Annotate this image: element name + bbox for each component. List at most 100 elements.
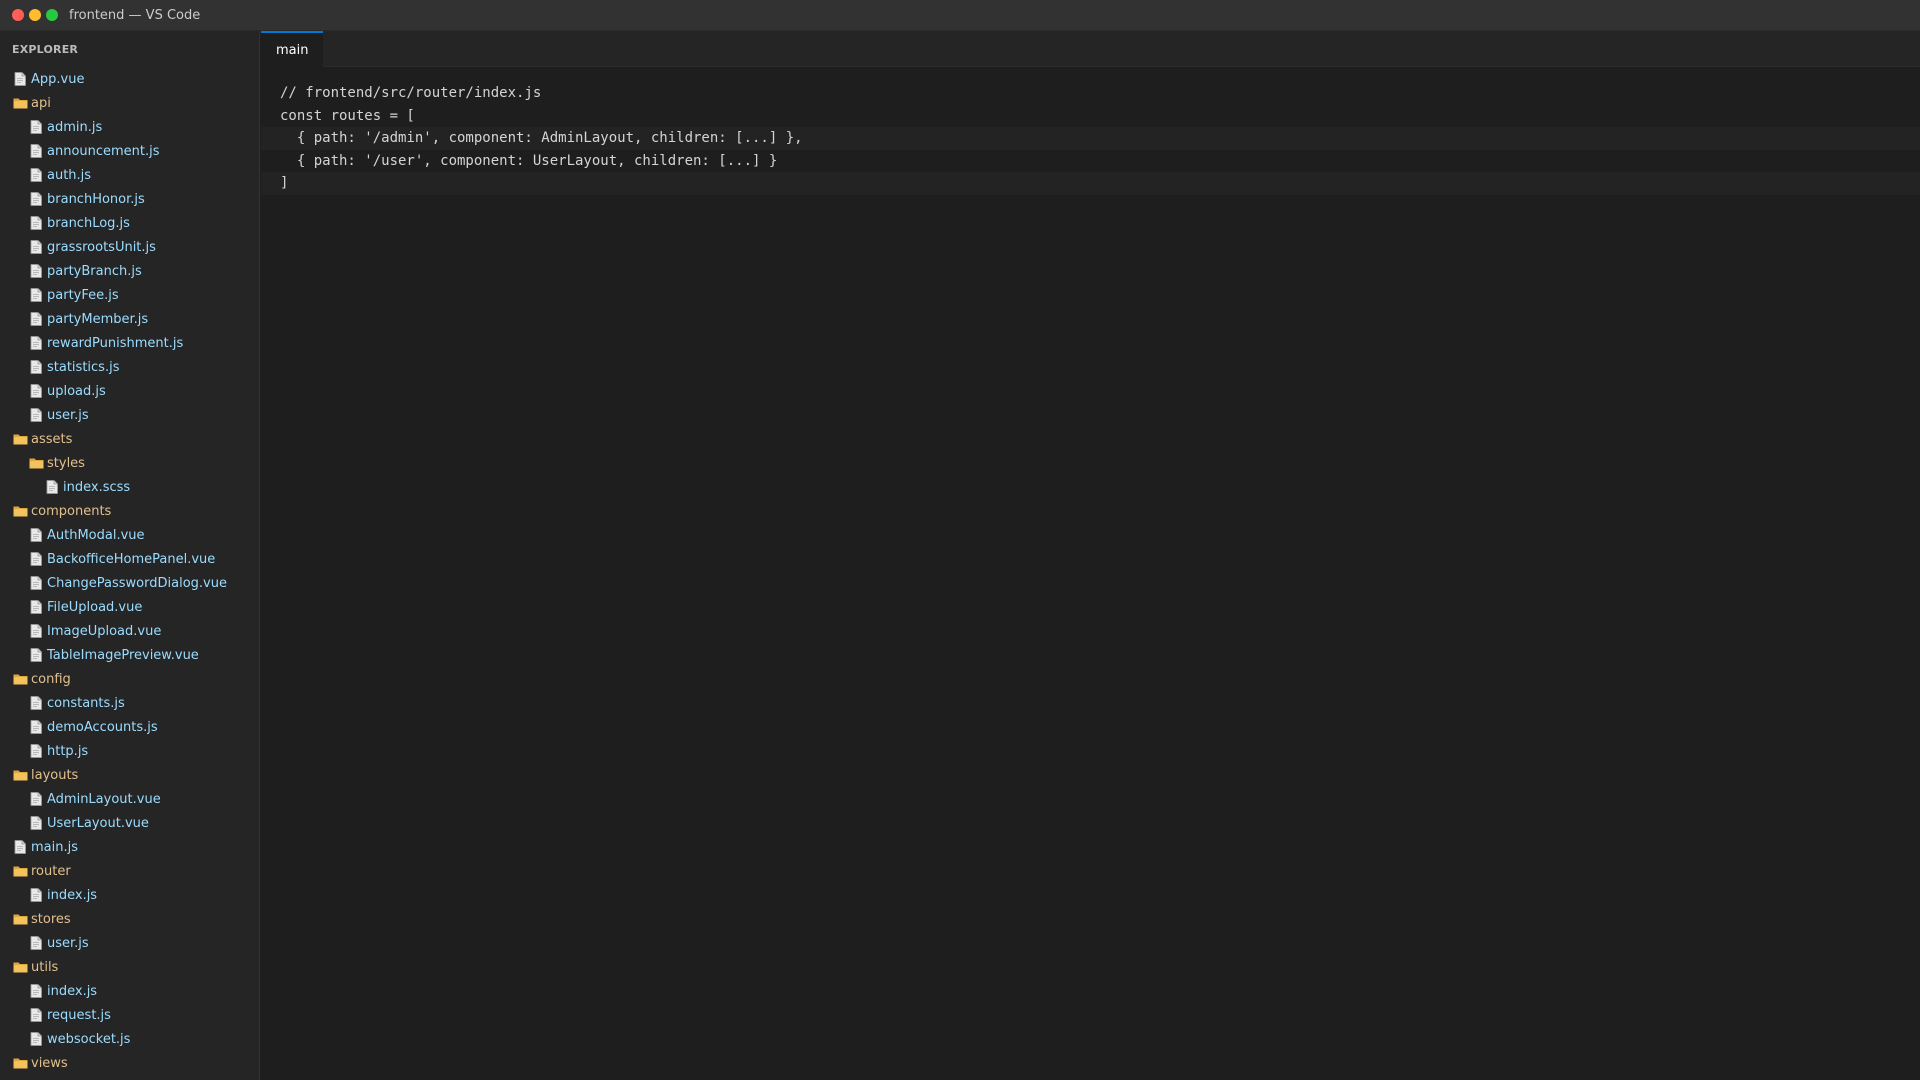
maximize-window-button[interactable] [46,9,58,21]
tree-file[interactable]: user.js [0,403,259,427]
code-line: ] [261,172,1920,195]
tree-file[interactable]: partyMember.js [0,307,259,331]
tree-item-label: utils [31,959,59,975]
tree-file[interactable]: http.js [0,739,259,763]
close-window-button[interactable] [12,9,24,21]
tree-file[interactable]: partyFee.js [0,283,259,307]
tree-item-label: branchLog.js [47,215,130,231]
folder-icon [12,503,28,519]
file-icon [28,647,44,663]
tree-file[interactable]: FileUpload.vue [0,595,259,619]
tree-file[interactable]: auth.js [0,163,259,187]
tree-item-label: layouts [31,767,79,783]
file-icon [28,575,44,591]
file-icon [28,383,44,399]
file-icon [28,335,44,351]
tree-item-label: constants.js [47,695,125,711]
window-title: frontend — VS Code [69,7,201,23]
tree-file[interactable]: branchHonor.js [0,187,259,211]
tree-folder[interactable]: assets [0,427,259,451]
file-icon [28,935,44,951]
tree-folder[interactable]: utils [0,955,259,979]
folder-icon [12,95,28,111]
tree-folder[interactable]: config [0,667,259,691]
tree-folder[interactable]: api [0,91,259,115]
file-icon [28,359,44,375]
tree-file[interactable]: AdminLayout.vue [0,787,259,811]
folder-icon [12,911,28,927]
tree-file[interactable]: ChangePasswordDialog.vue [0,571,259,595]
tree-file[interactable]: ImageUpload.vue [0,619,259,643]
code-line: { path: '/admin', component: AdminLayout… [261,127,1920,150]
tree-file[interactable]: App.vue [0,67,259,91]
file-icon [28,239,44,255]
tree-folder[interactable]: router [0,859,259,883]
tree-item-label: config [31,671,71,687]
tree-item-label: api [31,95,51,111]
tree-file[interactable]: grassrootsUnit.js [0,235,259,259]
tree-folder[interactable]: styles [0,451,259,475]
tree-item-label: index.js [47,887,98,903]
tree-folder[interactable]: components [0,499,259,523]
tree-folder[interactable]: views [0,1051,259,1075]
tree-file[interactable]: TableImagePreview.vue [0,643,259,667]
tree-item-label: partyMember.js [47,311,149,327]
tree-file[interactable]: BackofficeHomePanel.vue [0,547,259,571]
tree-folder[interactable]: layouts [0,763,259,787]
tree-file[interactable]: user.js [0,931,259,955]
window-controls [12,9,58,21]
tree-item-label: TableImagePreview.vue [47,647,199,663]
file-icon [28,743,44,759]
tree-item-label: FileUpload.vue [47,599,143,615]
file-icon [44,479,60,495]
tree-file[interactable]: index.js [0,883,259,907]
file-icon [28,1007,44,1023]
tree-item-label: user.js [47,407,89,423]
tree-file[interactable]: branchLog.js [0,211,259,235]
code-line: { path: '/user', component: UserLayout, … [280,152,778,169]
tab-bar: main [261,31,1920,67]
tree-item-label: styles [47,455,85,471]
code-editor[interactable]: // frontend/src/router/index.js const rou… [261,68,1920,1080]
tree-item-label: AuthModal.vue [47,527,145,543]
folder-icon [12,767,28,783]
file-icon [28,551,44,567]
tree-folder[interactable]: stores [0,907,259,931]
file-icon [28,215,44,231]
tree-file[interactable]: request.js [0,1003,259,1027]
tree-file[interactable]: main.js [0,835,259,859]
file-icon [28,167,44,183]
tree-item-label: UserLayout.vue [47,815,149,831]
tab-main[interactable]: main [261,31,324,67]
tree-file[interactable]: index.scss [0,475,259,499]
tree-item-label: views [31,1055,68,1071]
tree-file[interactable]: demoAccounts.js [0,715,259,739]
tree-item-label: partyBranch.js [47,263,142,279]
tree-item-label: announcement.js [47,143,160,159]
tree-file[interactable]: partyBranch.js [0,259,259,283]
tree-item-label: index.scss [63,479,131,495]
tree-file[interactable]: AuthModal.vue [0,523,259,547]
tree-item-label: auth.js [47,167,92,183]
tree-file[interactable]: announcement.js [0,139,259,163]
folder-icon [12,1055,28,1071]
tree-file[interactable]: constants.js [0,691,259,715]
file-icon [28,983,44,999]
tree-item-label: ImageUpload.vue [47,623,162,639]
tree-file[interactable]: UserLayout.vue [0,811,259,835]
tree-item-label: http.js [47,743,89,759]
tree-item-label: grassrootsUnit.js [47,239,156,255]
minimize-window-button[interactable] [29,9,41,21]
tree-item-label: rewardPunishment.js [47,335,184,351]
tree-file[interactable]: index.js [0,979,259,1003]
file-icon [28,143,44,159]
tree-file[interactable]: statistics.js [0,355,259,379]
tree-item-label: user.js [47,935,89,951]
tree-item-label: main.js [31,839,78,855]
tree-file[interactable]: websocket.js [0,1027,259,1051]
tree-file[interactable]: upload.js [0,379,259,403]
explorer-sidebar: EXPLORER App.vue api admin.js announcement.… [0,31,260,1080]
file-icon [28,599,44,615]
tree-file[interactable]: rewardPunishment.js [0,331,259,355]
tree-file[interactable]: admin.js [0,115,259,139]
